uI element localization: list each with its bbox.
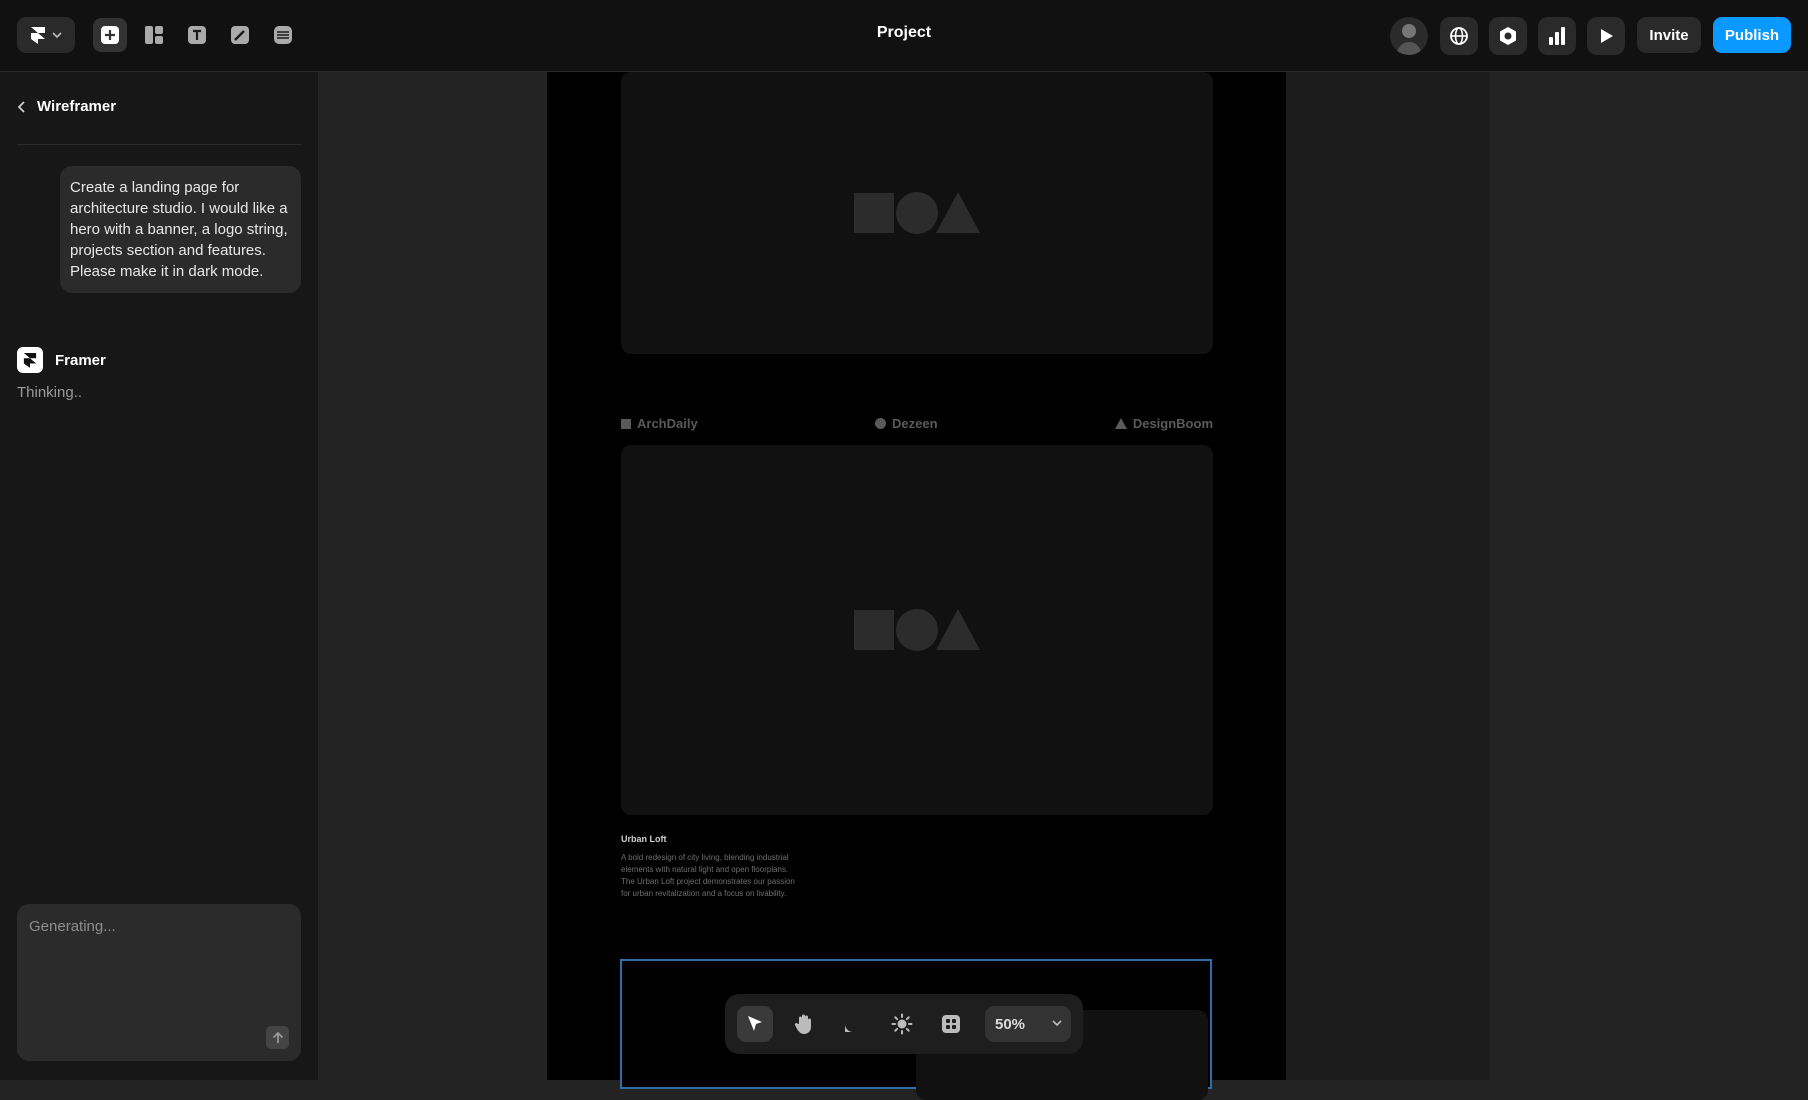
cursor-icon [748, 1016, 762, 1031]
chevron-down-icon [52, 32, 62, 39]
globe-icon [1450, 27, 1468, 45]
zoom-value: 50% [995, 1015, 1026, 1033]
grid-icon [942, 1015, 960, 1033]
database-icon [274, 26, 292, 44]
avatar-image-icon [1396, 24, 1422, 55]
theme-toggle-button[interactable] [884, 1006, 920, 1042]
framer-menu-button[interactable] [17, 17, 75, 53]
logo-designboom: DesignBoom [1114, 416, 1213, 431]
insert-tool-button[interactable] [93, 18, 127, 52]
hero-banner-placeholder[interactable] [621, 72, 1213, 354]
logo-archdaily: ArchDaily [621, 416, 698, 431]
back-button[interactable]: Wireframer [17, 98, 116, 115]
invite-button[interactable]: Invite [1637, 17, 1701, 53]
canvas-toolbar: 50% [725, 994, 1083, 1054]
hand-icon [794, 1014, 811, 1034]
chevron-down-icon [1052, 1020, 1062, 1027]
layout-tool-button[interactable] [137, 18, 171, 52]
framer-logo-icon [23, 353, 37, 368]
assistant-name: Framer [55, 351, 106, 369]
assistant-status: Thinking.. [17, 384, 83, 401]
vector-tool-button[interactable] [223, 18, 257, 52]
layout-icon [145, 26, 163, 44]
square-icon [621, 418, 631, 429]
logo-label: ArchDaily [637, 416, 698, 431]
user-message: Create a landing page for architecture s… [60, 166, 301, 293]
publish-button[interactable]: Publish [1713, 17, 1791, 53]
play-icon [1601, 29, 1613, 43]
framer-avatar [17, 347, 43, 373]
ai-sidebar: Wireframer Create a landing page for arc… [0, 72, 319, 1080]
prompt-placeholder: Generating... [29, 918, 116, 935]
canvas-empty-area[interactable] [1490, 72, 1808, 1080]
cms-tool-button[interactable] [266, 18, 300, 52]
project-description: A bold redesign of city living, blending… [621, 853, 795, 898]
analytics-button[interactable] [1538, 17, 1576, 55]
chevron-left-icon [17, 100, 25, 113]
arrow-up-icon [272, 1031, 283, 1043]
send-button[interactable] [266, 1026, 289, 1049]
triangle-icon [1114, 418, 1127, 429]
project-image-placeholder[interactable] [621, 445, 1213, 815]
project-title-text: Urban Loft [621, 834, 667, 844]
assistant-header: Framer [17, 347, 106, 373]
logo-label: DesignBoom [1132, 416, 1213, 431]
image-placeholder-icon [854, 609, 980, 651]
panel-title: Wireframer [37, 98, 117, 115]
user-avatar[interactable] [1390, 17, 1428, 55]
prompt-input[interactable]: Generating... [17, 904, 301, 1061]
comment-icon [845, 1016, 853, 1032]
comment-tool-button[interactable] [835, 1006, 871, 1042]
select-tool-button[interactable] [737, 1006, 773, 1042]
preview-button[interactable] [1587, 17, 1625, 55]
divider [17, 144, 301, 145]
settings-button[interactable] [1489, 17, 1527, 55]
logo-label: Dezeen [892, 416, 938, 431]
top-toolbar: Project Invite Publish [0, 0, 1808, 72]
gear-icon [1500, 27, 1516, 45]
bar-chart-icon [1549, 27, 1565, 45]
plus-square-icon [101, 26, 119, 44]
text-icon [188, 26, 206, 44]
circle-icon [875, 418, 886, 429]
hand-tool-button[interactable] [786, 1006, 822, 1042]
logo-dezeen: Dezeen [875, 416, 938, 431]
site-settings-button[interactable] [1440, 17, 1478, 55]
framer-logo-icon [31, 27, 45, 44]
zoom-dropdown[interactable]: 50% [985, 1006, 1071, 1042]
breakpoint-frame[interactable] [1286, 72, 1490, 1080]
pen-icon [231, 26, 249, 44]
text-tool-button[interactable] [180, 18, 214, 52]
logo-string: ArchDaily Dezeen DesignBoom [621, 416, 1213, 434]
components-button[interactable] [933, 1006, 969, 1042]
image-placeholder-icon [854, 192, 980, 234]
sun-icon [891, 1013, 913, 1035]
